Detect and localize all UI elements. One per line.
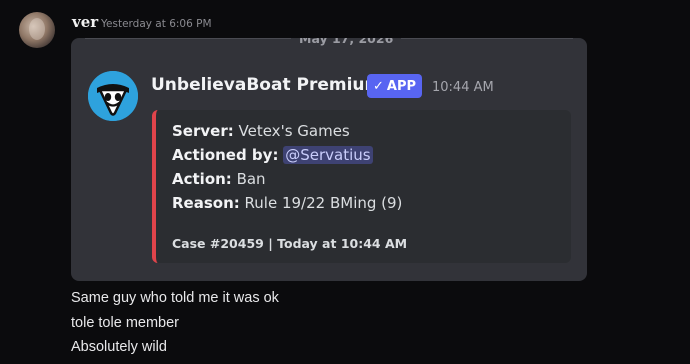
field-label: Server:: [172, 122, 234, 140]
date-divider: May 17, 2026: [85, 38, 573, 46]
post-timestamp: Yesterday at 6:06 PM: [101, 18, 212, 30]
bot-avatar: [88, 71, 138, 121]
field-label: Action:: [172, 170, 232, 188]
username[interactable]: ver: [72, 13, 98, 31]
field-server: Server: Vetex's Games: [172, 122, 350, 140]
field-value: Ban: [236, 170, 266, 188]
case-footer: Case #20459 | Today at 10:44 AM: [172, 236, 408, 251]
user-avatar[interactable]: [19, 12, 55, 48]
check-icon: ✓: [373, 78, 384, 94]
field-value: Rule 19/22 BMing (9): [244, 194, 403, 212]
field-label: Reason:: [172, 194, 240, 212]
message-line: Absolutely wild: [71, 339, 167, 355]
embedded-screenshot[interactable]: May 17, 2026 UnbelievaBoat Premium ✓ APP…: [71, 38, 587, 281]
date-divider-label: May 17, 2026: [291, 38, 402, 46]
app-badge: ✓ APP: [367, 74, 423, 98]
moderation-log-embed: Server: Vetex's Games Actioned by: @Serv…: [152, 110, 571, 263]
field-reason: Reason: Rule 19/22 BMing (9): [172, 194, 402, 212]
user-mention[interactable]: @Servatius: [283, 146, 373, 164]
field-value: Vetex's Games: [238, 122, 350, 140]
bot-name: UnbelievaBoat Premium: [151, 75, 383, 95]
app-badge-label: APP: [386, 78, 417, 94]
bot-message-time: 10:44 AM: [432, 80, 494, 95]
unbelievaboat-logo-icon: [88, 71, 138, 121]
field-label: Actioned by:: [172, 146, 279, 164]
message-line: tole tole member: [71, 315, 179, 331]
field-action: Action: Ban: [172, 170, 266, 188]
message-line: Same guy who told me it was ok: [71, 290, 279, 306]
field-actioned-by: Actioned by: @Servatius: [172, 146, 373, 164]
